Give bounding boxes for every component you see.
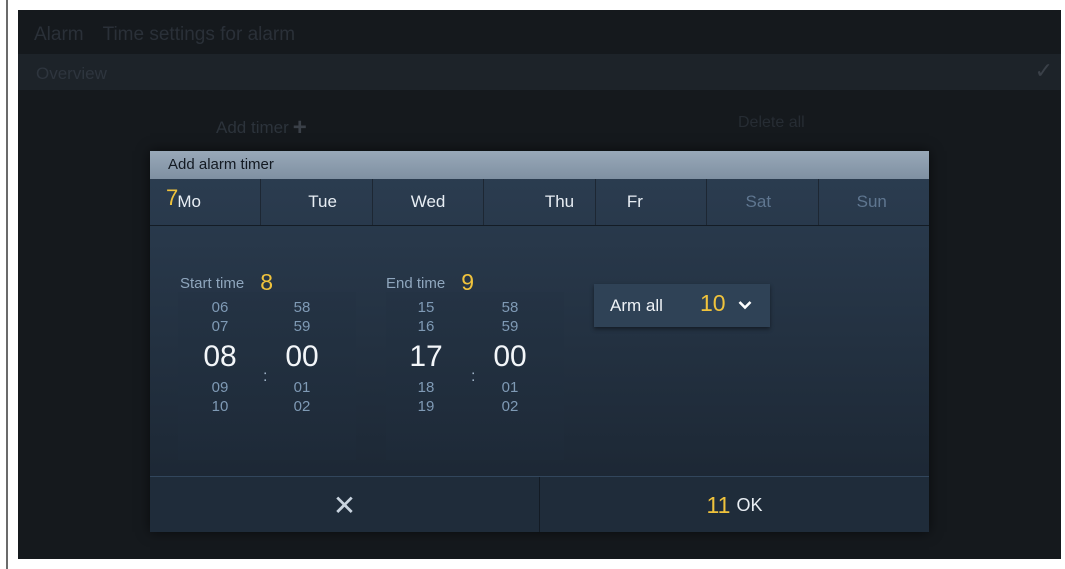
day-tue[interactable]: Tue <box>261 179 373 225</box>
selected-hour: 08 <box>203 340 237 373</box>
time-separator: : <box>471 368 476 385</box>
wheel-value: 01 <box>501 379 519 396</box>
dialog-actions: ✕ 11 OK <box>150 476 929 532</box>
overview-bar[interactable]: Overview ✓ <box>18 54 1061 90</box>
add-timer-button[interactable]: Add timer + <box>216 112 307 141</box>
title-alarm: Alarm <box>34 24 84 45</box>
end-time-label: End time 9 <box>386 267 474 295</box>
end-hour-wheel[interactable]: 15 16 17 18 19 <box>396 298 456 416</box>
overview-label: Overview <box>36 64 107 83</box>
callout-marker: 10 <box>700 290 726 316</box>
day-label: Tue <box>308 192 337 211</box>
wheel-value: 59 <box>293 318 311 335</box>
day-sun[interactable]: Sun <box>819 179 929 225</box>
cancel-button[interactable]: ✕ <box>150 477 540 532</box>
day-label: Thu <box>544 192 575 211</box>
chevron-down-icon <box>738 283 752 326</box>
day-thu[interactable]: Thu <box>484 179 596 225</box>
dialog-title: Add alarm timer <box>150 151 929 179</box>
wheel-value: 10 <box>211 398 229 415</box>
wheel-value: 19 <box>417 398 435 415</box>
start-hour-wheel[interactable]: 06 07 08 09 10 <box>190 298 250 416</box>
device-screen: Alarm Time settings for alarm Overview ✓… <box>18 10 1061 559</box>
add-alarm-timer-dialog: Add alarm timer 7 Mo Tue Wed Thu Fr Sat <box>150 151 929 532</box>
add-timer-label: Add timer <box>216 118 289 137</box>
weekday-selector: 7 Mo Tue Wed Thu Fr Sat Sun <box>150 179 929 226</box>
ok-button[interactable]: 11 OK <box>540 477 929 532</box>
day-wed[interactable]: Wed <box>373 179 485 225</box>
page-title: Alarm Time settings for alarm <box>34 24 309 46</box>
start-minute-wheel[interactable]: 58 59 00 01 02 <box>272 298 332 416</box>
start-time-text: Start time <box>180 275 245 292</box>
start-time-label: Start time 8 <box>180 267 273 295</box>
day-fr[interactable]: Fr <box>596 179 708 225</box>
day-label: Fr <box>626 192 643 211</box>
plus-icon: + <box>292 114 307 141</box>
end-minute-wheel[interactable]: 58 59 00 01 02 <box>480 298 540 416</box>
left-frame-border <box>6 0 8 569</box>
wheel-value: 06 <box>211 299 229 316</box>
selected-minute: 00 <box>493 340 527 373</box>
wheel-value: 09 <box>211 379 229 396</box>
ok-label: OK <box>736 494 763 515</box>
wheel-value: 16 <box>417 318 435 335</box>
wheel-value: 02 <box>501 398 519 415</box>
end-time-picker[interactable]: 15 16 17 18 19 : 58 59 00 01 02 <box>386 292 564 460</box>
selected-minute: 00 <box>285 340 319 373</box>
start-time-picker[interactable]: 06 07 08 09 10 : 58 59 00 01 02 <box>178 292 356 460</box>
delete-all-button[interactable]: Delete all <box>738 114 805 132</box>
day-label: Mo <box>177 192 202 211</box>
wheel-value: 02 <box>293 398 311 415</box>
checkmark-icon[interactable]: ✓ <box>1035 58 1053 84</box>
end-time-text: End time <box>386 275 446 292</box>
wheel-value: 58 <box>501 299 519 316</box>
wheel-value: 18 <box>417 379 435 396</box>
wheel-value: 15 <box>417 299 435 316</box>
wheel-value: 58 <box>293 299 311 316</box>
arm-mode-label: Arm all <box>610 296 663 315</box>
wheel-value: 07 <box>211 318 229 335</box>
close-icon: ✕ <box>332 489 357 521</box>
day-label: Sun <box>856 192 887 211</box>
time-separator: : <box>263 368 268 385</box>
day-label: Wed <box>410 192 446 211</box>
selected-hour: 17 <box>409 340 443 373</box>
day-label: Sat <box>745 192 772 211</box>
arm-mode-dropdown[interactable]: Arm all 10 <box>594 284 770 327</box>
callout-marker: 11 <box>706 491 731 518</box>
wheel-value: 59 <box>501 318 519 335</box>
wheel-value: 01 <box>293 379 311 396</box>
title-time-settings: Time settings for alarm <box>102 24 296 45</box>
day-mo[interactable]: 7 Mo <box>150 179 262 225</box>
day-sat[interactable]: Sat <box>707 179 819 225</box>
